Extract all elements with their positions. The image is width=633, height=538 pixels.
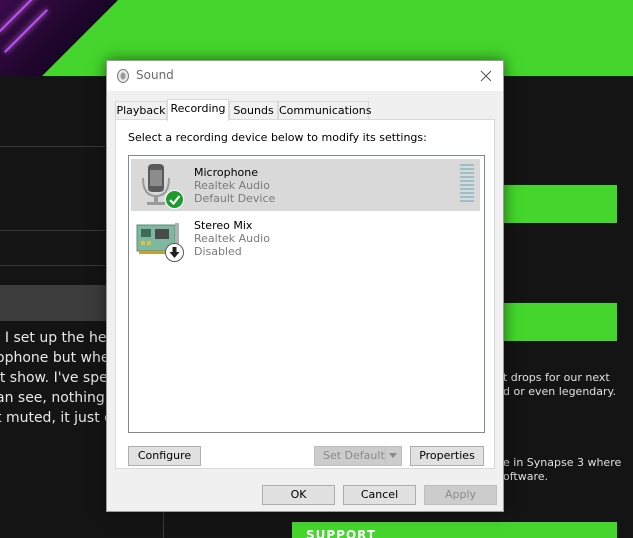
set-default-dropdown[interactable] bbox=[385, 447, 401, 465]
background-support-button[interactable]: SUPPORT bbox=[292, 522, 617, 538]
background-grey-block bbox=[0, 285, 106, 321]
disabled-arrow-icon bbox=[165, 243, 184, 262]
device-status: Disabled bbox=[194, 245, 242, 258]
window-title: Sound bbox=[136, 68, 174, 82]
set-default-button[interactable]: Set Default bbox=[314, 446, 402, 466]
background-divider bbox=[0, 265, 105, 266]
chevron-down-icon bbox=[389, 453, 397, 458]
background-divider bbox=[0, 146, 105, 147]
background-banner-image bbox=[0, 0, 120, 76]
speaker-icon bbox=[116, 68, 130, 83]
title-bar[interactable]: Sound bbox=[107, 61, 503, 91]
background-side-text: t drops for our next d or even legendary… bbox=[503, 371, 616, 398]
recording-panel: Select a recording device below to modif… bbox=[115, 119, 495, 469]
background-divider bbox=[0, 230, 105, 231]
device-name: Microphone bbox=[194, 166, 259, 179]
tab-communications[interactable]: Communications bbox=[278, 101, 371, 120]
tab-sounds[interactable]: Sounds bbox=[229, 101, 278, 120]
properties-button[interactable]: Properties bbox=[410, 446, 484, 466]
device-status: Default Device bbox=[194, 192, 276, 205]
background-post-text: , I set up the hea ophone but when 't sh… bbox=[0, 330, 106, 426]
sound-dialog: Sound Playback Recording Sounds Communic… bbox=[106, 60, 504, 512]
ok-button[interactable]: OK bbox=[262, 485, 335, 505]
close-button[interactable] bbox=[469, 61, 503, 91]
instruction-text: Select a recording device below to modif… bbox=[128, 131, 427, 144]
background-green-button[interactable] bbox=[503, 185, 617, 223]
level-meter bbox=[460, 164, 474, 204]
set-default-label: Set Default bbox=[323, 449, 385, 462]
apply-button[interactable]: Apply bbox=[424, 485, 497, 505]
background-side-text: e in Synapse 3 where oftware. bbox=[503, 456, 622, 483]
close-icon bbox=[480, 70, 492, 82]
list-item-microphone[interactable]: Microphone Realtek Audio Default Device bbox=[131, 159, 480, 211]
default-check-icon bbox=[165, 190, 184, 209]
tab-recording[interactable]: Recording bbox=[167, 99, 229, 121]
device-name: Stereo Mix bbox=[194, 219, 253, 232]
configure-button[interactable]: Configure bbox=[128, 446, 201, 466]
device-driver: Realtek Audio bbox=[194, 179, 270, 192]
list-item-stereo-mix[interactable]: Stereo Mix Realtek Audio Disabled bbox=[131, 212, 480, 264]
tab-playback[interactable]: Playback bbox=[115, 101, 167, 120]
cancel-button[interactable]: Cancel bbox=[343, 485, 416, 505]
device-driver: Realtek Audio bbox=[194, 232, 270, 245]
background-green-button[interactable] bbox=[503, 303, 617, 341]
device-list[interactable]: Microphone Realtek Audio Default Device bbox=[128, 155, 485, 433]
